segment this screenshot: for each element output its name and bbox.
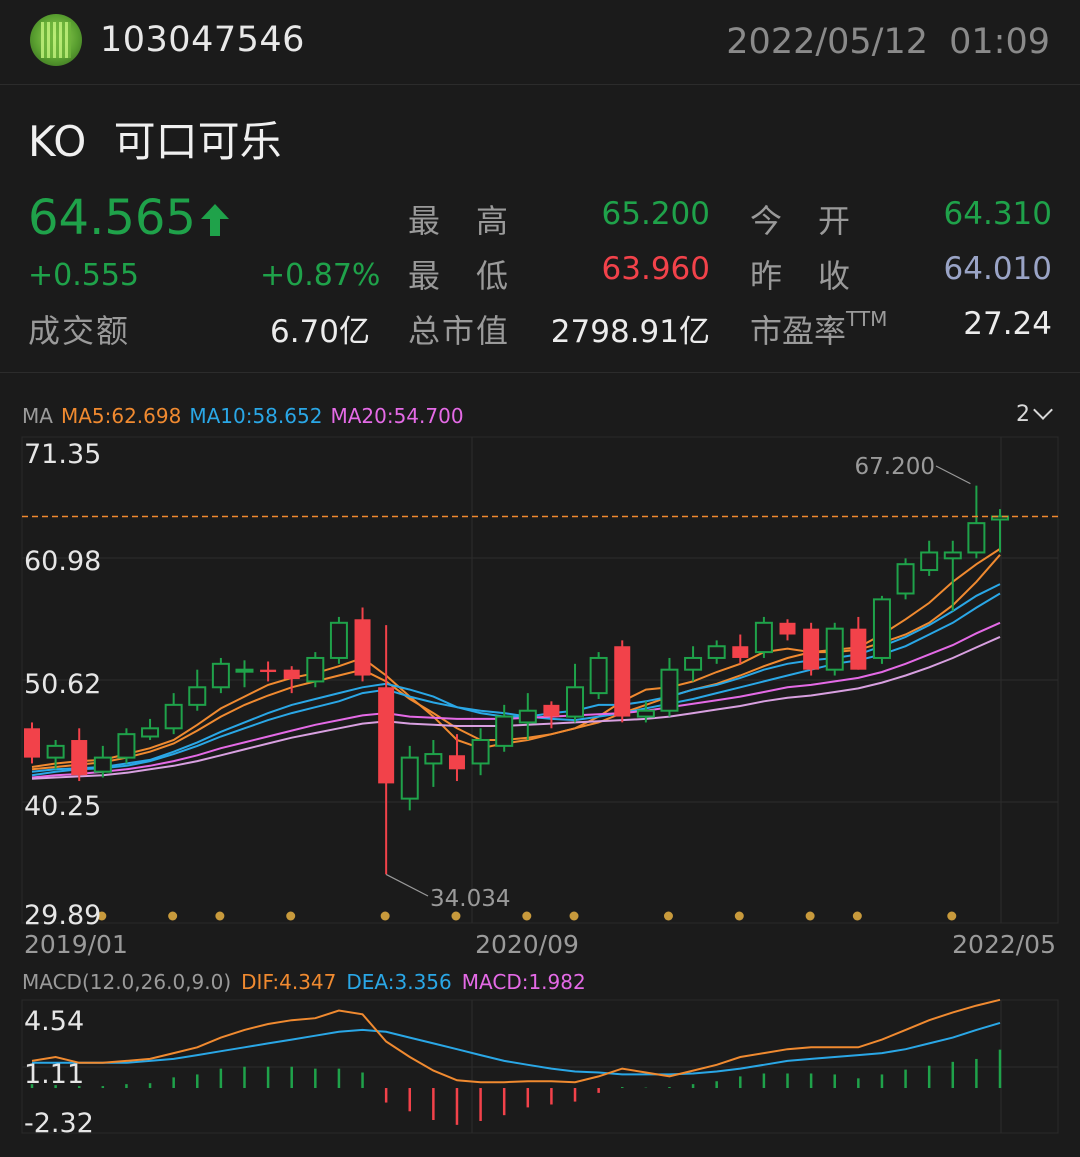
candle-body: [354, 619, 371, 676]
candle-body: [779, 622, 796, 635]
macd-y-tick-label: 4.54: [24, 1006, 84, 1037]
candle-body: [850, 628, 867, 670]
candle-body: [306, 656, 325, 683]
y-tick-label: 50.62: [24, 669, 101, 700]
candle-body: [518, 709, 537, 724]
event-dot: [852, 911, 862, 921]
macd-legend: MACD(12.0,26.0,9.0) DIF:4.347 DEA:3.356 MAC…: [22, 970, 586, 994]
min-pointer: [385, 873, 429, 897]
event-dot: [451, 911, 461, 921]
candle-body: [329, 621, 348, 659]
candle-body: [896, 563, 915, 595]
candle-body: [636, 709, 655, 718]
y-tick-label: 40.25: [24, 791, 101, 822]
candle-body: [46, 744, 65, 759]
candle-body: [614, 646, 631, 717]
event-dot: [286, 911, 296, 921]
macd-y-tick-label: 1.11: [24, 1059, 84, 1090]
candle-body: [967, 522, 986, 554]
event-dot: [663, 911, 673, 921]
candle-body: [24, 728, 40, 758]
y-tick-label: 60.98: [24, 546, 101, 577]
candle-body: [943, 551, 962, 560]
candle-body: [141, 727, 160, 738]
candle-body: [164, 703, 183, 730]
macd-legend-item: MACD(12.0,26.0,9.0): [22, 970, 231, 994]
candle-body: [825, 627, 844, 671]
event-dot: [522, 911, 532, 921]
candle-body: [495, 715, 514, 747]
candle-body: [684, 656, 703, 671]
event-dot: [215, 911, 225, 921]
candle-body: [707, 645, 726, 659]
candle-body: [448, 755, 465, 770]
event-dot: [947, 911, 957, 921]
ma-line-3: [31, 592, 1001, 777]
candle-body: [93, 756, 112, 773]
candle-body: [543, 704, 560, 717]
candle-body: [188, 686, 207, 706]
event-dot: [805, 911, 815, 921]
candle-body: [803, 628, 820, 670]
macd-legend-item: MACD:1.982: [462, 970, 586, 994]
candle-body: [71, 740, 88, 776]
candle-body: [424, 753, 443, 765]
candle-body: [260, 669, 277, 673]
candle-body: [754, 621, 773, 654]
max-annotation: 67.200: [855, 454, 935, 480]
candle-body: [211, 662, 230, 689]
candle-body: [589, 656, 608, 695]
y-tick-label: 29.89: [24, 900, 101, 931]
candle-body: [660, 668, 679, 712]
min-annotation: 34.034: [430, 886, 510, 912]
max-pointer: [935, 465, 971, 485]
candle-body: [920, 551, 939, 572]
event-dot: [380, 911, 390, 921]
x-tick-label: 2020/09: [475, 930, 579, 959]
dif-line: [31, 998, 1001, 1084]
x-tick-label: 2019/01: [24, 930, 128, 959]
candle-body: [566, 686, 585, 718]
y-tick-label: 71.35: [24, 439, 101, 470]
candle-body: [872, 598, 891, 659]
kline-chart[interactable]: 71.35 60.98 50.62 40.25 29.89 67.200 34.034 201…: [0, 0, 1080, 1157]
event-dot: [569, 911, 579, 921]
candle-body: [117, 733, 136, 759]
candle-body: [400, 756, 419, 800]
macd-y-tick-label: -2.32: [24, 1108, 94, 1139]
event-dot: [168, 911, 178, 921]
candle-body: [471, 739, 490, 765]
candle-body: [378, 687, 395, 784]
candle-body: [235, 668, 254, 673]
candle-body: [283, 669, 300, 680]
candle-body: [732, 646, 749, 658]
x-tick-label: 2022/05: [952, 930, 1056, 959]
macd-legend-item: DEA:3.356: [346, 970, 451, 994]
event-dot: [734, 911, 744, 921]
macd-legend-item: DIF:4.347: [241, 970, 336, 994]
